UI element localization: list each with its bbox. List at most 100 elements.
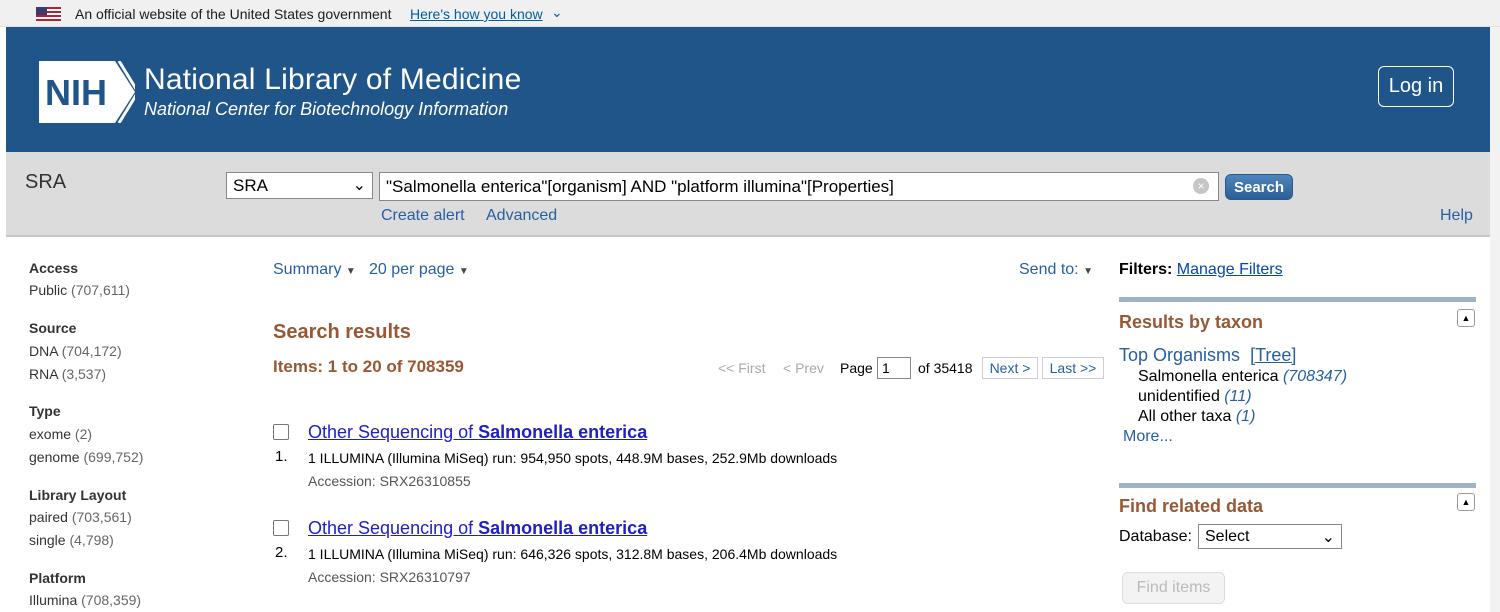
- gov-banner-text: An official website of the United States…: [75, 6, 392, 22]
- facet-count: (704,172): [61, 343, 122, 359]
- result-number: 2.: [275, 544, 288, 561]
- page-number-input[interactable]: 1: [877, 357, 911, 379]
- pager-first[interactable]: << First: [718, 360, 765, 376]
- facet-count: (4,798): [69, 532, 114, 548]
- result-checkbox[interactable]: [273, 424, 289, 440]
- pager-last[interactable]: Last >>: [1042, 357, 1104, 379]
- pager-total-pages: of 35418: [918, 360, 973, 376]
- facet-count: (708,359): [81, 592, 142, 608]
- send-to-dropdown[interactable]: Send to: ▼: [1019, 261, 1093, 279]
- result-checkbox[interactable]: [273, 520, 289, 536]
- facet-item-paired[interactable]: paired (703,561): [29, 509, 132, 525]
- section-divider: [1119, 483, 1476, 488]
- find-related-data-heading: Find related data: [1119, 496, 1264, 516]
- taxon-count: (1): [1235, 408, 1256, 425]
- facet-item-single[interactable]: single (4,798): [29, 532, 114, 548]
- facet-label: exome: [29, 426, 72, 442]
- section-divider: [1119, 297, 1476, 302]
- items-count: Items: 1 to 20 of 708359: [273, 357, 464, 376]
- facet-label: RNA: [29, 366, 58, 382]
- facet-heading-access: Access: [29, 260, 79, 276]
- facet-label: single: [29, 532, 66, 548]
- facet-count: (699,752): [83, 449, 144, 465]
- site-subtitle[interactable]: National Center for Biotechnology Inform…: [144, 99, 508, 120]
- database-select[interactable]: SRA ⌄: [226, 172, 373, 199]
- facet-count: (3,537): [61, 366, 107, 382]
- result-number: 1.: [275, 448, 288, 465]
- taxon-count: (11): [1224, 388, 1252, 405]
- help-link[interactable]: Help: [1440, 207, 1473, 225]
- result-accession: Accession: SRX26310797: [308, 569, 471, 585]
- login-button[interactable]: Log in: [1378, 66, 1454, 107]
- facet-heading-platform: Platform: [29, 570, 86, 586]
- more-taxa-link[interactable]: More...: [1123, 428, 1173, 446]
- facet-item-genome[interactable]: genome (699,752): [29, 449, 143, 465]
- results-by-taxon-heading: Results by taxon: [1119, 312, 1264, 332]
- send-to-label: Send to:: [1019, 261, 1079, 278]
- taxon-item[interactable]: Salmonella enterica (708347): [1138, 368, 1347, 386]
- taxon-item[interactable]: unidentified (11): [1138, 388, 1252, 406]
- gov-banner: An official website of the United States…: [0, 0, 1500, 27]
- tree-link[interactable]: [Tree]: [1250, 345, 1296, 365]
- database-label: Database:: [1119, 528, 1192, 545]
- format-dropdown[interactable]: Summary ▼: [273, 261, 356, 279]
- filters-label: Filters:: [1119, 261, 1173, 278]
- facet-count: (703,561): [71, 509, 132, 525]
- taxon-name: Salmonella enterica: [1138, 368, 1279, 385]
- find-items-button[interactable]: Find items: [1122, 572, 1225, 604]
- result-title-link[interactable]: Other Sequencing of Salmonella enterica: [308, 422, 647, 443]
- pager-next[interactable]: Next >: [982, 357, 1038, 379]
- manage-filters-link[interactable]: Manage Filters: [1177, 261, 1283, 278]
- per-page-dropdown[interactable]: 20 per page ▼: [369, 261, 469, 279]
- search-button[interactable]: Search: [1225, 174, 1293, 200]
- pager-prev[interactable]: < Prev: [783, 360, 824, 376]
- top-organisms-row: Top Organisms [Tree]: [1119, 345, 1296, 366]
- database-select-value: SRA: [233, 176, 268, 195]
- result-title-organism: Salmonella enterica: [478, 422, 648, 442]
- result-title-prefix: Other Sequencing of: [308, 422, 479, 442]
- taxon-item[interactable]: All other taxa (1): [1138, 408, 1255, 426]
- collapse-taxon-icon[interactable]: ▲: [1457, 309, 1475, 327]
- result-title-organism: Salmonella enterica: [478, 518, 648, 538]
- related-database-select[interactable]: Select ⌄: [1198, 524, 1342, 549]
- heres-how-you-know-link[interactable]: Here's how you know: [410, 6, 543, 22]
- search-results-heading: Search results: [273, 321, 411, 343]
- facet-heading-library-layout: Library Layout: [29, 487, 127, 503]
- facet-item-exome[interactable]: exome (2): [29, 426, 92, 442]
- site-header: NIH National Library of Medicine Nationa…: [6, 27, 1490, 152]
- result-title-prefix: Other Sequencing of: [308, 518, 479, 538]
- chevron-down-icon: ⌄: [1321, 529, 1335, 546]
- facet-label: paired: [29, 509, 68, 525]
- site-title[interactable]: National Library of Medicine: [144, 63, 521, 97]
- result-description: 1 ILLUMINA (Illumina MiSeq) run: 646,326…: [308, 546, 838, 562]
- taxon-name: unidentified: [1138, 388, 1220, 405]
- caret-down-icon: ▼: [458, 266, 469, 277]
- facet-label: Illumina: [29, 592, 78, 608]
- pager-page-label: Page: [840, 360, 873, 376]
- search-bar: SRA SRA ⌄ "Salmonella enterica"[organism…: [6, 152, 1490, 237]
- create-alert-link[interactable]: Create alert: [381, 207, 465, 225]
- search-input[interactable]: "Salmonella enterica"[organism] AND "pla…: [379, 172, 1219, 201]
- advanced-search-link[interactable]: Advanced: [486, 207, 557, 225]
- taxon-count: (708347): [1282, 368, 1348, 385]
- result-description: 1 ILLUMINA (Illumina MiSeq) run: 954,950…: [308, 450, 838, 466]
- page-scrollbar[interactable]: [1490, 27, 1500, 612]
- facet-item-illumina[interactable]: Illumina (708,359): [29, 592, 141, 608]
- nih-logo-icon[interactable]: NIH: [39, 61, 135, 123]
- top-organisms-link[interactable]: Top Organisms: [1119, 345, 1240, 365]
- collapse-related-icon[interactable]: ▲: [1457, 493, 1475, 511]
- facet-label: DNA: [29, 343, 58, 359]
- facet-item-dna[interactable]: DNA (704,172): [29, 343, 122, 359]
- facet-heading-source: Source: [29, 320, 77, 336]
- facet-item-rna[interactable]: RNA (3,537): [29, 366, 106, 382]
- facet-count: (2): [74, 426, 93, 442]
- filters-row: Filters: Manage Filters: [1119, 261, 1283, 279]
- per-page-label: 20 per page: [369, 261, 455, 278]
- chevron-down-icon[interactable]: ⌄: [551, 4, 563, 21]
- nih-logo-text: NIH: [45, 72, 107, 113]
- chevron-down-icon: ⌄: [352, 177, 366, 194]
- clear-search-icon[interactable]: ×: [1193, 178, 1209, 194]
- database-title: SRA: [25, 171, 67, 193]
- result-title-link[interactable]: Other Sequencing of Salmonella enterica: [308, 518, 647, 539]
- facet-item-public[interactable]: Public (707,611): [29, 282, 130, 298]
